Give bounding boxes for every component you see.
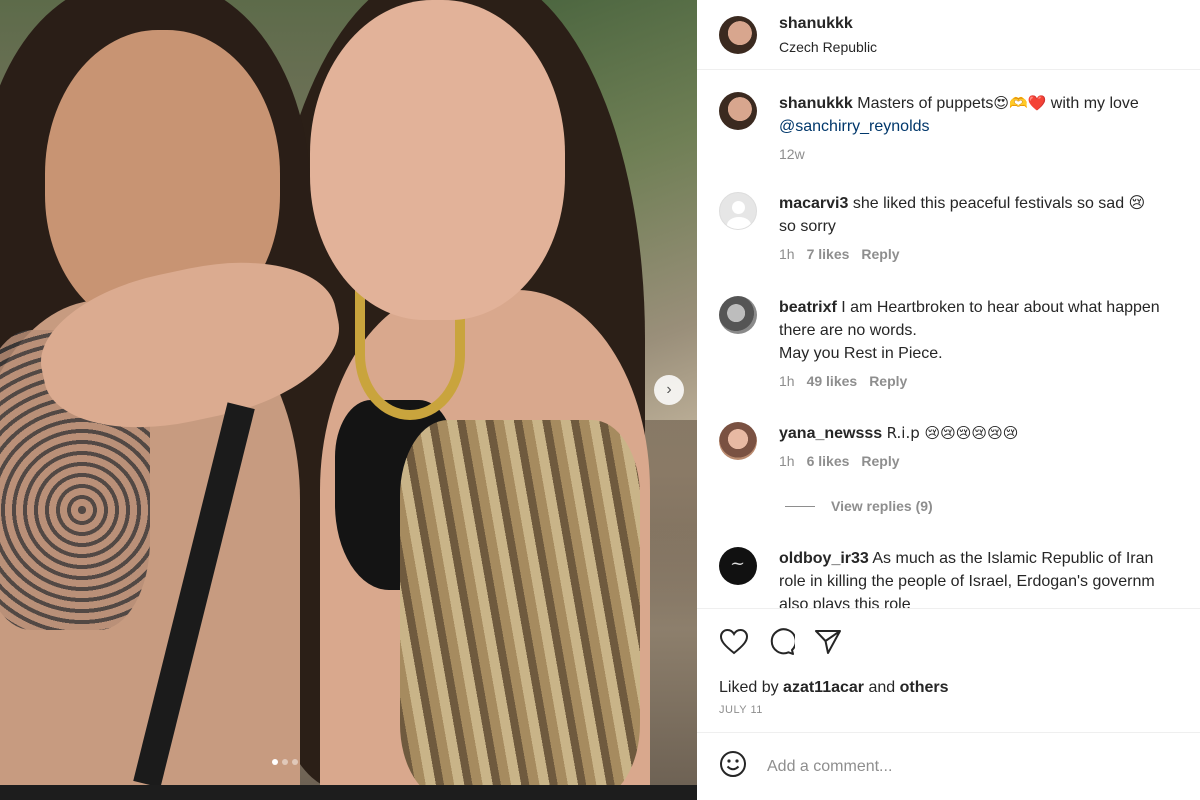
liked-by-prefix: Liked by: [719, 679, 779, 696]
avatar[interactable]: [719, 15, 757, 54]
comment-item: beatrixf I am Heartbroken to hear about …: [719, 296, 1200, 389]
comment-text: As much as the Islamic Republic of Iran: [872, 550, 1154, 567]
comment-likes[interactable]: 7 likes: [807, 246, 850, 262]
carousel-dot: [292, 759, 298, 765]
author-username[interactable]: shanukkk: [779, 15, 877, 33]
post-date: JULY 11: [719, 704, 763, 716]
comment-item: yana_newsss R.i.p 😢😢😢😢😢😢 1h 6 likes Repl…: [719, 422, 1200, 469]
carousel-dots: [272, 759, 298, 765]
comment-input[interactable]: [767, 757, 1167, 776]
comment-item: macarvi3 she liked this peaceful festiva…: [719, 192, 1200, 262]
comment-text: R.i.p 😢😢😢😢😢😢: [886, 424, 1019, 442]
comment-time: 1h: [779, 373, 795, 389]
comment-username[interactable]: yana_newsss: [779, 425, 882, 442]
caption: shanukkk Masters of puppets😍🫶❤️ with my …: [719, 92, 1200, 162]
comment-text: role in killing the people of Israel, Er…: [779, 573, 1155, 590]
post-actions: Liked by azat11acar and others JULY 11: [697, 608, 1200, 732]
liked-by: Liked by azat11acar and others: [719, 679, 949, 697]
avatar[interactable]: [719, 422, 757, 460]
comment-likes[interactable]: 49 likes: [807, 373, 858, 389]
comment-time: 1h: [779, 453, 795, 469]
comment-composer: [697, 732, 1200, 800]
comment-text: May you Rest in Piece.: [779, 345, 943, 362]
comment-username[interactable]: beatrixf: [779, 299, 837, 316]
view-replies-button[interactable]: View replies (9): [785, 498, 933, 514]
avatar[interactable]: [719, 192, 757, 230]
share-icon[interactable]: [813, 627, 843, 657]
location-link[interactable]: Czech Republic: [779, 39, 877, 55]
liked-by-and: and: [868, 679, 896, 696]
carousel-dot: [272, 759, 278, 765]
comment-time: 1h: [779, 246, 795, 262]
carousel-dot: [282, 759, 288, 765]
mention-link[interactable]: @sanchirry_reynolds: [779, 118, 930, 135]
comment-text: also plays this role: [779, 596, 911, 608]
comment-item: oldboy_ir33 As much as the Islamic Repub…: [719, 547, 1200, 608]
post-panel: shanukkk Czech Republic shanukkk Masters…: [697, 0, 1200, 800]
comment-text: there are no words.: [779, 322, 917, 339]
comments-list[interactable]: shanukkk Masters of puppets😍🫶❤️ with my …: [697, 70, 1200, 608]
heart-icon[interactable]: [719, 627, 749, 657]
liked-by-user[interactable]: azat11acar: [783, 679, 864, 696]
comment-icon[interactable]: [766, 627, 796, 657]
comment-username[interactable]: macarvi3: [779, 195, 848, 212]
caption-text: Masters of puppets: [857, 95, 994, 112]
view-replies-label: View replies (9): [831, 498, 933, 514]
post-photo: ›: [0, 0, 697, 785]
comment-text: I am Heartbroken to hear about what happ…: [841, 299, 1160, 316]
reply-button[interactable]: Reply: [861, 246, 899, 262]
avatar[interactable]: [719, 296, 757, 334]
emoji-icon[interactable]: [719, 750, 747, 783]
caption-time: 12w: [779, 146, 805, 162]
reply-button[interactable]: Reply: [869, 373, 907, 389]
chevron-right-icon[interactable]: ›: [654, 375, 684, 405]
comment-likes[interactable]: 6 likes: [807, 453, 850, 469]
comment-text: so sorry: [779, 218, 836, 235]
caption-emojis: 😍🫶❤️: [993, 94, 1047, 112]
avatar[interactable]: [719, 547, 757, 585]
comment-text: she liked this peaceful festivals so sad…: [852, 195, 1146, 212]
comment-username[interactable]: oldboy_ir33: [779, 550, 869, 567]
avatar[interactable]: [719, 92, 757, 130]
caption-username[interactable]: shanukkk: [779, 95, 853, 112]
liked-by-others[interactable]: others: [900, 679, 949, 696]
reply-button[interactable]: Reply: [861, 453, 899, 469]
post-header: shanukkk Czech Republic: [697, 0, 1200, 70]
caption-text-after: with my love: [1050, 95, 1139, 112]
